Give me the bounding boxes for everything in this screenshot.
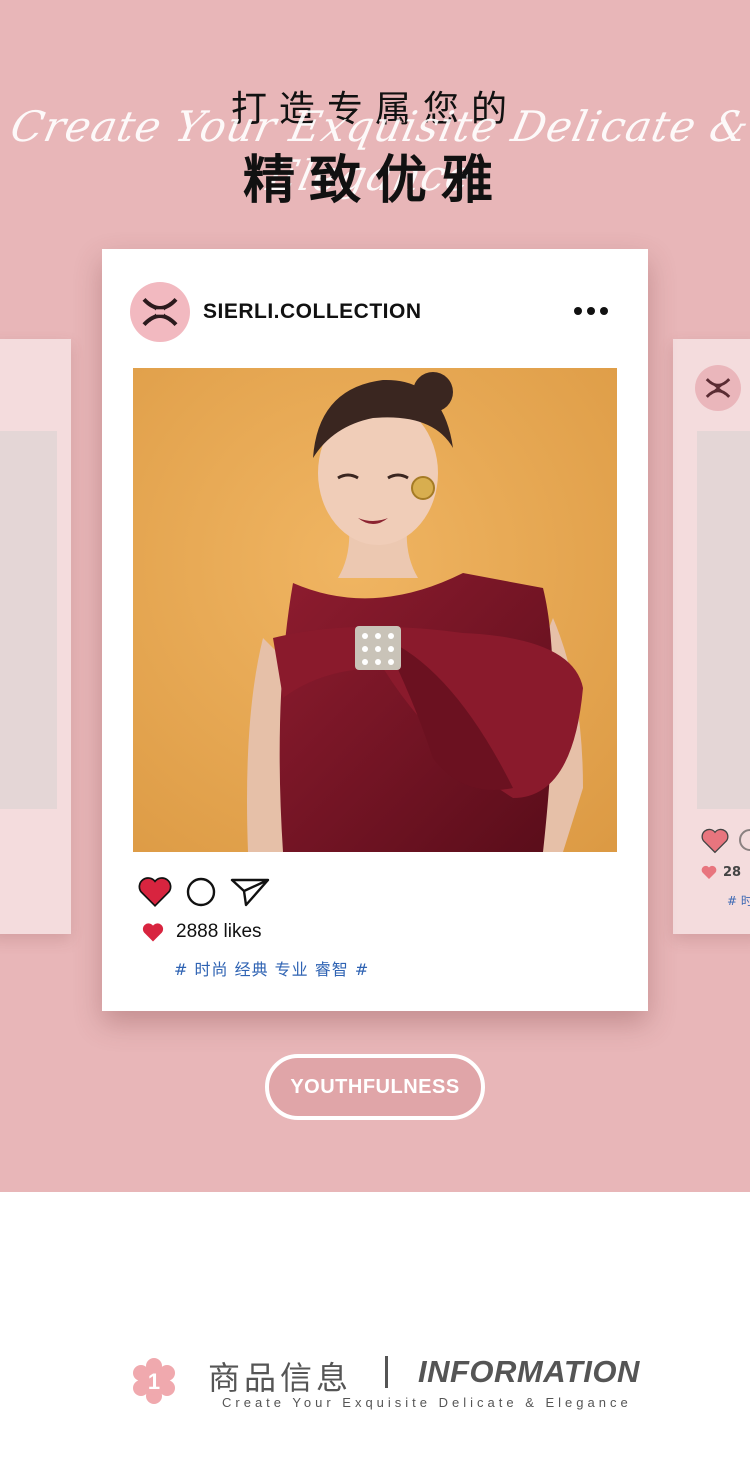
brand-logo-icon: [705, 378, 731, 398]
next-post-avatar: [695, 365, 741, 411]
flower-number-icon: 1: [133, 1358, 175, 1404]
info-title-en: INFORMATION: [418, 1354, 640, 1389]
small-heart-icon: [701, 865, 717, 879]
brand-logo-icon: [142, 297, 178, 327]
next-post-hashtag: # 时: [727, 894, 750, 908]
post-card: SIERLI.COLLECTION 2888 likes # 时尚 经典 专业 …: [102, 249, 648, 1011]
hero-section: 打造专属您的 Create Your Exquisite Delicate & …: [0, 0, 750, 1192]
likes-row: 2888 likes: [142, 921, 262, 943]
heart-icon[interactable]: [138, 876, 172, 908]
youthfulness-badge[interactable]: YOUTHFULNESS: [265, 1054, 485, 1120]
heart-icon[interactable]: [701, 827, 729, 855]
next-post-likes: 28: [701, 865, 741, 880]
likes-count: 2888 likes: [176, 921, 262, 942]
profile-avatar[interactable]: [130, 282, 190, 342]
next-post-image: [697, 431, 750, 809]
post-actions: [138, 874, 284, 910]
prev-post-image: [0, 431, 57, 809]
profile-username[interactable]: SIERLI.COLLECTION: [203, 300, 422, 324]
send-icon[interactable]: [230, 877, 270, 907]
post-photo: [133, 368, 617, 852]
info-title-cn: 商品信息: [208, 1359, 353, 1397]
youthfulness-label: YOUTHFULNESS: [290, 1075, 460, 1098]
next-post-likes-text: 28: [723, 865, 742, 880]
more-dots-icon[interactable]: [574, 301, 614, 321]
comment-icon[interactable]: [739, 829, 750, 851]
next-post-card[interactable]: 28 # 时: [673, 339, 750, 934]
info-subtitle: Create Your Exquisite Delicate & Eleganc…: [222, 1395, 632, 1410]
comment-icon[interactable]: [186, 877, 216, 907]
info-number: 1: [148, 1369, 160, 1394]
info-divider: [385, 1356, 388, 1388]
likes-heart-icon: [142, 922, 164, 941]
post-hashtags[interactable]: # 时尚 经典 专业 睿智 #: [174, 956, 369, 980]
headline-line2: 精致优雅: [242, 151, 507, 211]
prev-post-card[interactable]: [0, 339, 71, 934]
